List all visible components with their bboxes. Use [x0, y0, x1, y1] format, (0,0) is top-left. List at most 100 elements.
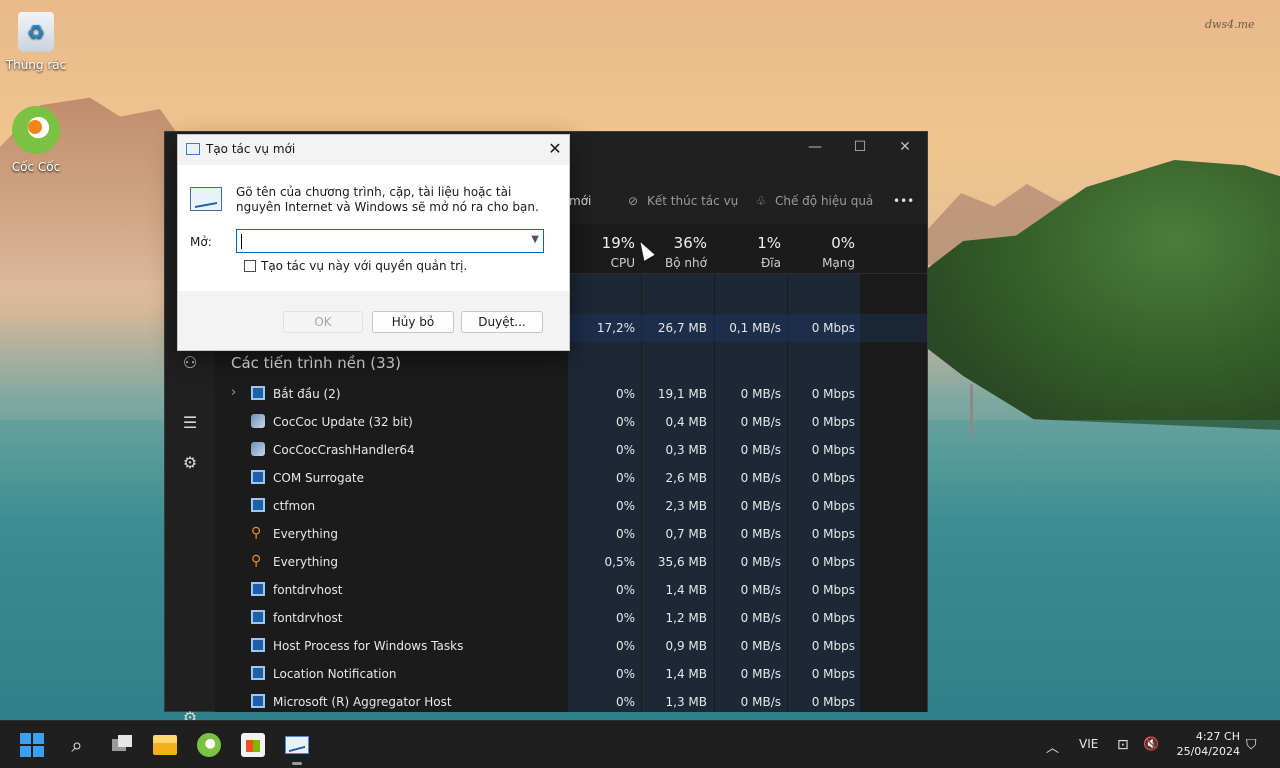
- open-input[interactable]: [237, 230, 517, 252]
- process-name: Host Process for Windows Tasks: [273, 639, 464, 653]
- table-row[interactable]: COM Surrogate 0% 2,6 MB 0 MB/s 0 Mbps: [215, 464, 927, 492]
- memory-value: 0,3 MB: [665, 443, 707, 457]
- disk-value: 0 MB/s: [740, 443, 781, 457]
- show-hidden-icons-chevron-icon[interactable]: ︿: [1046, 737, 1059, 756]
- taskbar: ⌕ ︿ VIE ⊡ 🔇 4:27 CH 25/04/2024 ⛉: [0, 720, 1280, 768]
- table-row[interactable]: ctfmon 0% 2,3 MB 0 MB/s 0 Mbps: [215, 492, 927, 520]
- scrollbar[interactable]: [970, 384, 973, 434]
- coccoc-taskbar-icon[interactable]: [197, 733, 221, 757]
- table-row[interactable]: CocCocCrashHandler64 0% 0,3 MB 0 MB/s 0 Mbps: [215, 436, 927, 464]
- network-value: 0 Mbps: [811, 443, 855, 457]
- task-view-icon[interactable]: [110, 733, 134, 757]
- disk-value: 0 MB/s: [740, 387, 781, 401]
- text-caret: [241, 234, 242, 249]
- memory-value: 1,3 MB: [665, 695, 707, 709]
- process-name: Bắt đầu (2): [273, 387, 341, 401]
- table-row[interactable]: CocCoc Update (32 bit) 0% 0,4 MB 0 MB/s 0 Mb…: [215, 408, 927, 436]
- chevron-down-icon[interactable]: ▼: [531, 234, 539, 245]
- expand-chevron-icon[interactable]: ›: [231, 385, 236, 400]
- close-button[interactable]: ✕: [885, 136, 925, 158]
- table-row[interactable]: Microsoft (R) Aggregator Host 0% 1,3 MB 0 M…: [215, 688, 927, 716]
- wallpaper-watermark: dws4.me: [1205, 18, 1255, 31]
- ok-button[interactable]: OK: [283, 311, 363, 333]
- end-task-button[interactable]: ⊘ Kết thúc tác vụ: [625, 194, 738, 208]
- cpu-value: 0%: [615, 527, 635, 541]
- process-name: Everything: [273, 555, 338, 569]
- everything-search-icon: ⚲: [251, 525, 262, 541]
- cpu-value: 0%: [615, 639, 635, 653]
- process-name: CocCoc Update (32 bit): [273, 415, 413, 429]
- users-icon[interactable]: ⚇: [179, 352, 201, 374]
- network-value: 0 Mbps: [811, 415, 855, 429]
- column-header-memory[interactable]: 36% Bộ nhớ: [643, 224, 707, 270]
- table-row[interactable]: fontdrvhost 0% 1,4 MB 0 MB/s 0 Mbps: [215, 576, 927, 604]
- window-icon: [251, 610, 265, 624]
- clock-date: 25/04/2024: [1176, 745, 1240, 758]
- input-language-indicator[interactable]: VIE: [1079, 737, 1098, 751]
- cpu-value: 0%: [615, 611, 635, 625]
- table-row[interactable]: ⚲ Everything 0,5% 35,6 MB 0 MB/s 0 Mbps: [215, 548, 927, 576]
- dialog-close-icon[interactable]: ✕: [544, 138, 566, 160]
- disk-value: 0 MB/s: [740, 667, 781, 681]
- maximize-button[interactable]: ☐: [840, 136, 880, 158]
- process-name: fontdrvhost: [273, 583, 343, 597]
- clock-time: 4:27 CH: [1195, 730, 1240, 743]
- network-value: 0 Mbps: [811, 471, 855, 485]
- memory-value: 1,2 MB: [665, 611, 707, 625]
- volume-muted-icon[interactable]: 🔇: [1143, 737, 1159, 752]
- table-row[interactable]: Location Notification 0% 1,4 MB 0 MB/s 0 Mbp…: [215, 660, 927, 688]
- cpu-value: 0,5%: [604, 555, 636, 569]
- desktop-icon-coccoc[interactable]: Cốc Cốc: [0, 106, 72, 174]
- cpu-value: 0%: [615, 667, 635, 681]
- table-row[interactable]: fontdrvhost 0% 1,2 MB 0 MB/s 0 Mbps: [215, 604, 927, 632]
- notification-icon[interactable]: ⛉: [1246, 737, 1257, 753]
- network-icon[interactable]: ⊡: [1117, 737, 1129, 753]
- file-explorer-icon[interactable]: [153, 735, 177, 755]
- minimize-button[interactable]: —: [795, 136, 835, 158]
- run-new-task-button[interactable]: mới: [569, 194, 591, 208]
- open-combobox[interactable]: ▼: [236, 229, 544, 253]
- more-options-button[interactable]: •••: [893, 194, 914, 208]
- search-icon[interactable]: ⌕: [65, 733, 89, 757]
- clock[interactable]: 4:27 CH 25/04/2024: [1170, 729, 1240, 759]
- process-name: COM Surrogate: [273, 471, 365, 485]
- window-icon: [251, 638, 265, 652]
- efficiency-mode-button[interactable]: ♧ Chế độ hiệu quả: [753, 194, 874, 208]
- table-row[interactable]: ⚲ Everything 0% 0,7 MB 0 MB/s 0 Mbps: [215, 520, 927, 548]
- admin-checkbox-row[interactable]: Tạo tác vụ này với quyền quản trị.: [244, 259, 467, 273]
- task-manager-taskbar-icon[interactable]: [285, 736, 309, 754]
- memory-value: 0,7 MB: [665, 527, 707, 541]
- column-header-cpu[interactable]: 19% CPU: [569, 224, 635, 270]
- details-list-icon[interactable]: ☰: [179, 412, 201, 434]
- table-row[interactable]: Host Process for Windows Tasks 0% 0,9 MB 0 …: [215, 632, 927, 660]
- window-icon: [251, 582, 265, 596]
- desktop-icon-recycle-bin[interactable]: Thùng rác: [0, 12, 72, 72]
- wallpaper-island: [928, 160, 1280, 430]
- task-manager-program-icon: [190, 187, 222, 211]
- disk-value: 0 MB/s: [740, 583, 781, 597]
- disk-value: 0 MB/s: [740, 499, 781, 513]
- cpu-value: 0%: [615, 499, 635, 513]
- memory-value: 0,4 MB: [665, 415, 707, 429]
- recycle-bin-icon: [18, 12, 54, 52]
- microsoft-store-icon[interactable]: [241, 733, 265, 757]
- run-dialog-icon: [186, 143, 200, 155]
- cpu-value: 0%: [615, 387, 635, 401]
- run-new-task-dialog: Tạo tác vụ mới ✕ Gõ tên của chương trình…: [177, 134, 570, 351]
- table-row[interactable]: › Bắt đầu (2) 0% 19,1 MB 0 MB/s 0 Mbps: [215, 380, 927, 408]
- background-processes-heading: Các tiến trình nền (33): [231, 354, 402, 372]
- browse-button[interactable]: Duyệt...: [461, 311, 543, 333]
- start-button[interactable]: [20, 733, 44, 757]
- services-puzzle-icon[interactable]: ⚙: [179, 452, 201, 474]
- admin-checkbox[interactable]: [244, 260, 256, 272]
- end-task-icon: ⊘: [627, 194, 639, 208]
- column-header-disk[interactable]: 1% Đĩa: [715, 224, 781, 270]
- disk-value: 0 MB/s: [740, 555, 781, 569]
- column-header-network[interactable]: 0% Mạng: [789, 224, 855, 270]
- everything-search-icon: ⚲: [251, 553, 262, 569]
- disk-value: 0 MB/s: [740, 527, 781, 541]
- cancel-button[interactable]: Hủy bỏ: [372, 311, 454, 333]
- disk-value: 0 MB/s: [740, 611, 781, 625]
- memory-value: 1,4 MB: [665, 667, 707, 681]
- network-value: 0 Mbps: [811, 387, 855, 401]
